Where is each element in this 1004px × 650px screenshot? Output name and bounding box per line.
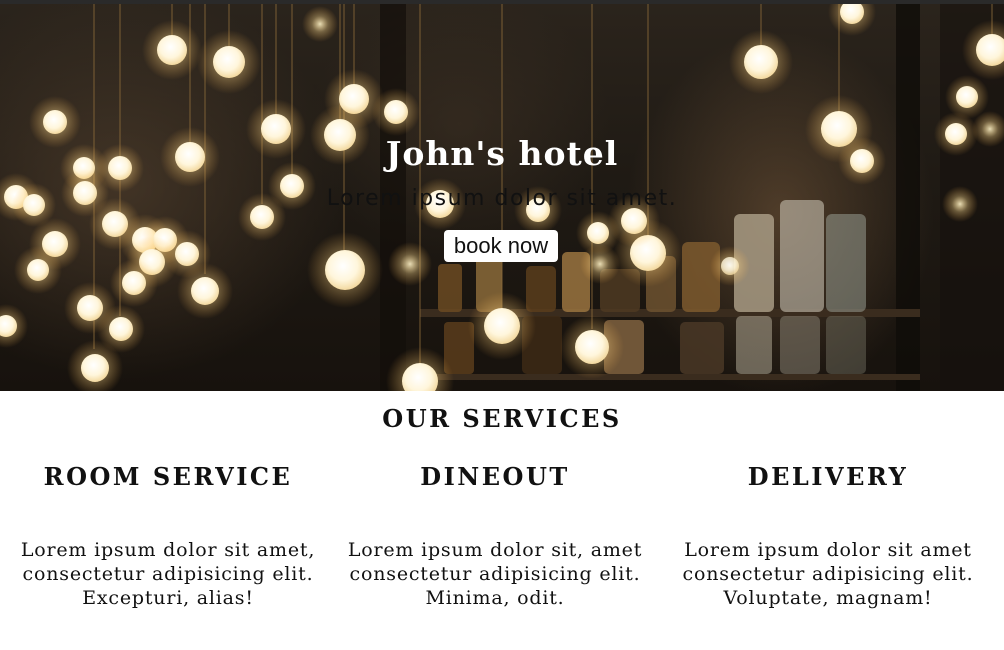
- service-card-room-service: ROOM SERVICE Lorem ipsum dolor sit amet,…: [0, 458, 336, 610]
- service-description: Lorem ipsum dolor sit amet consectetur a…: [682, 539, 974, 609]
- services-heading: OUR SERVICES: [382, 404, 622, 433]
- hero-title: John's hotel: [385, 134, 619, 173]
- book-now-button[interactable]: book now: [444, 230, 558, 262]
- service-description: Lorem ipsum dolor sit, amet consectetur …: [347, 539, 643, 609]
- service-title: DINEOUT: [420, 462, 570, 491]
- service-title: ROOM SERVICE: [43, 462, 293, 491]
- service-card-delivery: DELIVERY Lorem ipsum dolor sit amet cons…: [662, 458, 994, 610]
- hero-banner: John's hotel Lorem ipsum dolor sit amet.…: [0, 4, 1004, 391]
- service-description: Lorem ipsum dolor sit amet, consectetur …: [20, 539, 316, 609]
- service-title: DELIVERY: [747, 462, 909, 491]
- hero-subtitle: Lorem ipsum dolor sit amet.: [326, 186, 678, 211]
- service-card-dineout: DINEOUT Lorem ipsum dolor sit, amet cons…: [346, 458, 644, 610]
